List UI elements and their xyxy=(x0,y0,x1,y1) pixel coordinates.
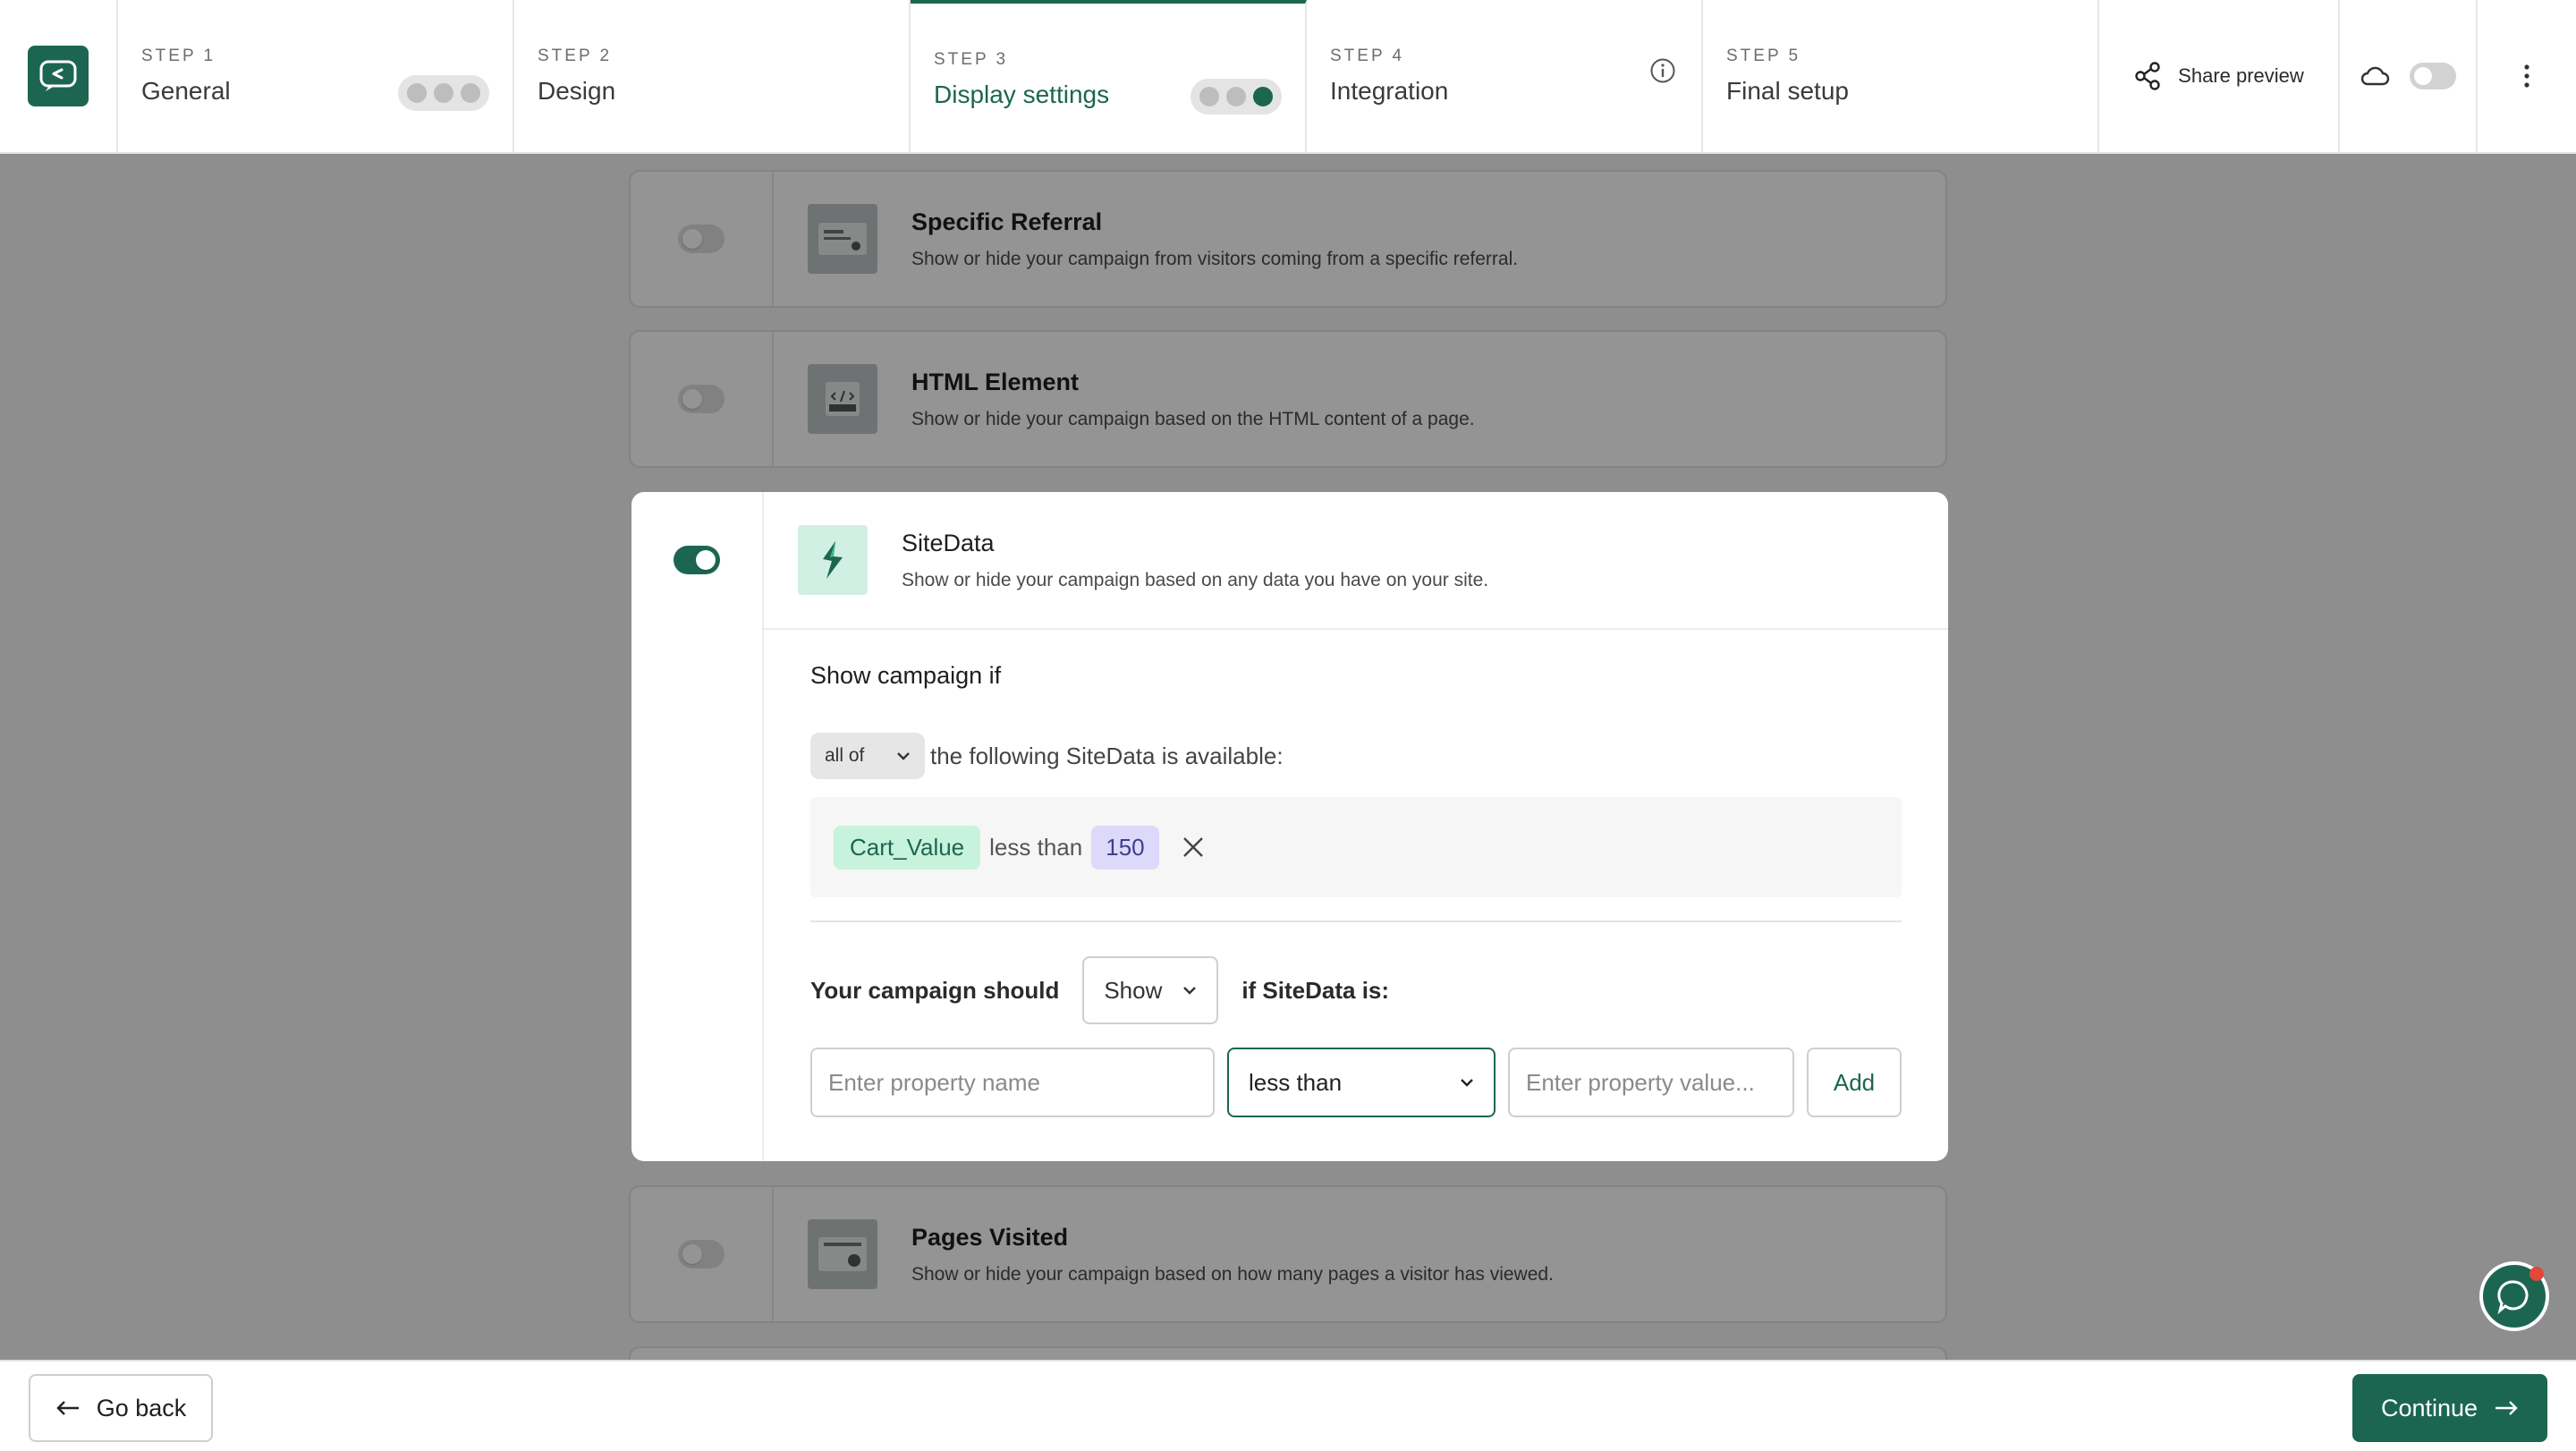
match-mode-select[interactable]: all of xyxy=(810,733,925,779)
chat-icon xyxy=(2497,1280,2529,1315)
sitedata-toggle[interactable] xyxy=(674,546,720,574)
step-number: STEP 4 xyxy=(1330,47,1405,65)
card-description: Show or hide your campaign based on any … xyxy=(902,569,1489,590)
share-icon xyxy=(2135,62,2160,90)
match-rule-line: all of the following SiteData is availab… xyxy=(810,733,1902,779)
match-mode-value: all of xyxy=(825,745,865,766)
step-final-setup[interactable]: STEP 5 Final setup xyxy=(1703,0,2099,152)
step-number: STEP 5 xyxy=(1726,47,1801,65)
if-sitedata-is-label: if SiteData is: xyxy=(1241,976,1390,1004)
operator-select[interactable]: less than xyxy=(1227,1048,1496,1117)
step-number: STEP 2 xyxy=(538,47,613,65)
property-name-input[interactable] xyxy=(810,1048,1215,1117)
sitedata-rules: Show campaign if all of the following Si… xyxy=(764,630,1948,1117)
step-design[interactable]: STEP 2 Design xyxy=(514,0,911,152)
share-preview-button[interactable]: Share preview xyxy=(2099,0,2340,152)
sitedata-main: SiteData Show or hide your campaign base… xyxy=(764,492,1948,1161)
chevron-down-icon xyxy=(897,752,910,760)
info-icon[interactable] xyxy=(1649,57,1676,84)
step-display-settings[interactable]: STEP 3 Display settings xyxy=(911,0,1307,152)
logo-cell xyxy=(0,0,118,152)
step-integration[interactable]: STEP 4 Integration xyxy=(1307,0,1703,152)
sitedata-thumbnail-icon xyxy=(798,525,868,595)
chat-button[interactable] xyxy=(2479,1261,2549,1331)
campaign-should-line: Your campaign should Show if SiteData is… xyxy=(810,956,1902,1024)
step-general[interactable]: STEP 1 General xyxy=(118,0,514,152)
logo-icon[interactable] xyxy=(28,46,89,106)
show-campaign-if-heading: Show campaign if xyxy=(810,662,1002,689)
autosave-toggle[interactable] xyxy=(2410,63,2456,89)
go-back-label: Go back xyxy=(96,1394,187,1421)
card-title: SiteData xyxy=(902,529,995,556)
add-condition-button[interactable]: Add xyxy=(1807,1048,1902,1117)
footer-bar: Go back Continue xyxy=(0,1360,2576,1451)
top-header: STEP 1 General STEP 2 Design STEP 3 Disp… xyxy=(0,0,2576,154)
add-condition-form: less than Add xyxy=(810,1048,1902,1117)
autosave-cell xyxy=(2340,0,2478,152)
condition-list: Cart_Value less than 150 xyxy=(810,797,1902,897)
step-title: Design xyxy=(538,77,616,105)
arrow-left-icon xyxy=(56,1401,79,1415)
chevron-down-icon xyxy=(1461,1079,1473,1087)
close-icon[interactable] xyxy=(1181,835,1206,860)
rule-card-sitedata: SiteData Show or hide your campaign base… xyxy=(631,492,1948,1161)
step-number: STEP 3 xyxy=(934,50,1009,69)
condition-value-chip: 150 xyxy=(1091,825,1159,870)
match-rule-text: the following SiteData is available: xyxy=(930,742,1284,769)
step-progress-dots xyxy=(398,75,489,111)
more-menu-button[interactable] xyxy=(2478,0,2576,152)
divider xyxy=(810,921,1902,922)
step-title: Final setup xyxy=(1726,77,1849,105)
step-progress-dots xyxy=(1191,79,1282,115)
property-value-input[interactable] xyxy=(1508,1048,1794,1117)
arrow-right-icon xyxy=(2496,1401,2518,1415)
show-hide-value: Show xyxy=(1104,976,1163,1004)
campaign-should-label: Your campaign should xyxy=(810,976,1060,1004)
cloud-icon xyxy=(2360,66,2390,86)
share-preview-label: Share preview xyxy=(2178,64,2304,87)
step-number: STEP 1 xyxy=(141,47,216,65)
condition-operator: less than xyxy=(989,833,1083,861)
step-title: Integration xyxy=(1330,77,1449,105)
more-vertical-icon xyxy=(2524,64,2529,88)
go-back-button[interactable]: Go back xyxy=(29,1374,213,1442)
condition-property-chip: Cart_Value xyxy=(834,825,981,870)
card-text: SiteData Show or hide your campaign base… xyxy=(902,530,1488,591)
chevron-down-icon xyxy=(1183,987,1197,995)
show-hide-select[interactable]: Show xyxy=(1082,956,1219,1024)
operator-value: less than xyxy=(1249,1068,1343,1096)
sitedata-header: SiteData Show or hide your campaign base… xyxy=(764,492,1948,630)
toggle-column xyxy=(631,492,764,1161)
continue-button[interactable]: Continue xyxy=(2352,1374,2547,1442)
continue-label: Continue xyxy=(2380,1394,2479,1421)
notification-dot xyxy=(2529,1267,2544,1281)
